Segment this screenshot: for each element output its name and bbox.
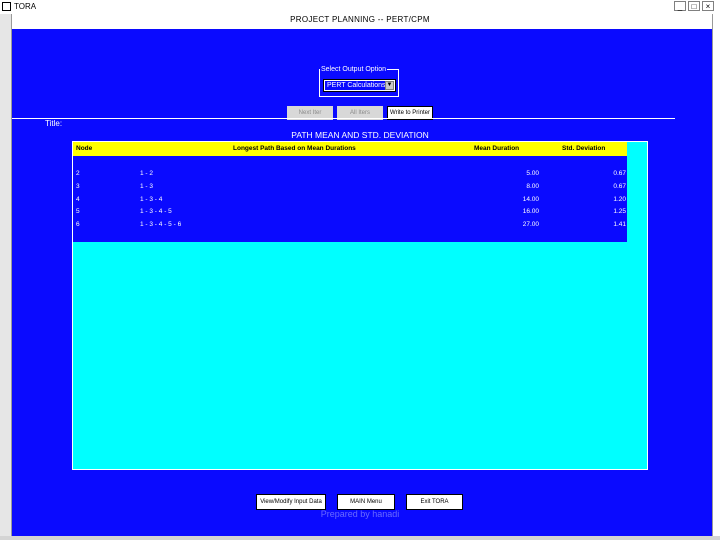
cell-std: 0.67	[613, 183, 626, 190]
cell-node: 6	[76, 221, 80, 228]
header-node: Node	[76, 145, 93, 152]
cell-path: 1 - 2	[140, 170, 154, 177]
cell-mean: 16.00	[522, 208, 539, 215]
cell-path: 1 - 3	[140, 183, 154, 190]
app-icon	[2, 2, 11, 11]
right-frame	[712, 14, 720, 536]
cell-node: 5	[76, 208, 80, 215]
table-title: PATH MEAN AND STD. DEVIATION	[291, 130, 429, 140]
cell-mean: 27.00	[522, 221, 539, 228]
output-option-select[interactable]: PERT Calculations ▼	[323, 79, 396, 92]
title-label: Title:	[45, 119, 63, 128]
cell-node: 3	[76, 183, 80, 190]
taskbar	[0, 536, 720, 540]
table-header: Node Longest Path Based on Mean Duration…	[73, 142, 627, 156]
header-std: Std. Deviation	[562, 145, 606, 152]
cell-node: 2	[76, 170, 80, 177]
cell-mean: 5.00	[526, 170, 539, 177]
maximize-button[interactable]: □	[688, 1, 700, 11]
table-row: 5 1 - 3 - 4 - 5 16.00 1.25	[73, 205, 627, 218]
cell-mean: 8.00	[526, 183, 539, 190]
watermark-text: Prepared by hanadi	[320, 509, 400, 519]
view-modify-input-button[interactable]: View/Modify Input Data	[256, 494, 326, 510]
app-title: TORA	[14, 2, 37, 11]
output-option-legend: Select Output Option	[320, 66, 387, 74]
cell-path: 1 - 3 - 4 - 5	[140, 208, 172, 215]
divider	[12, 118, 675, 119]
exit-tora-button[interactable]: Exit TORA	[406, 494, 463, 510]
window-controls: _ □ ×	[674, 1, 714, 11]
cell-std: 1.41	[613, 221, 626, 228]
table-row: 6 1 - 3 - 4 - 5 - 6 27.00 1.41	[73, 218, 627, 231]
page-title: PROJECT PLANNING -- PERT/CPM	[290, 15, 430, 24]
title-bar: TORA _ □ ×	[0, 0, 720, 14]
cell-path: 1 - 3 - 4 - 5 - 6	[140, 221, 182, 228]
cell-std: 0.67	[613, 170, 626, 177]
chevron-down-icon[interactable]: ▼	[385, 81, 394, 90]
header-path: Longest Path Based on Mean Durations	[233, 145, 356, 152]
output-option-value: PERT Calculations	[325, 81, 385, 90]
main-menu-button[interactable]: MAIN Menu	[337, 494, 395, 510]
table-row: 3 1 - 3 8.00 0.67	[73, 180, 627, 193]
table-row: 2 1 - 2 5.00 0.67	[73, 167, 627, 180]
minimize-button[interactable]: _	[674, 1, 686, 11]
header-mean: Mean Duration	[474, 145, 520, 152]
left-frame	[0, 14, 12, 536]
close-button[interactable]: ×	[702, 1, 714, 11]
cell-std: 1.25	[613, 208, 626, 215]
